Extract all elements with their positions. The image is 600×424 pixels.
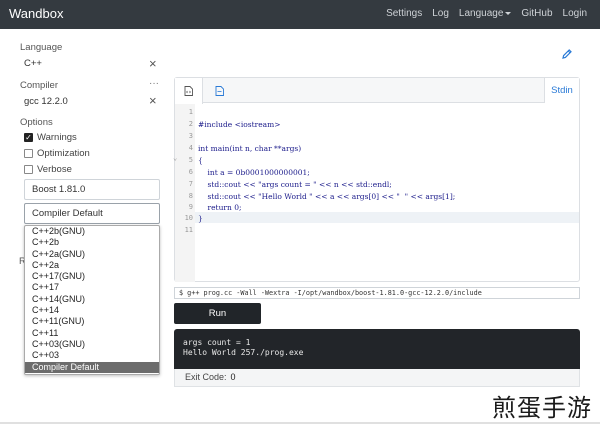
output-panel: args count = 1 Hello World 257./prog.exe [174,329,580,369]
edit-pencil-icon[interactable] [561,48,573,60]
nav-login[interactable]: Login [563,8,587,19]
nav-links: Settings Log Language GitHub Login [376,8,587,19]
code-line-9[interactable]: return 0; [198,203,242,212]
exit-code-value: 0 [230,372,236,382]
nav-settings[interactable]: Settings [386,8,422,19]
editor-panel: Stdin 1 2 3 4 5 6 7 8 9 10 11 #include <… [173,77,580,282]
std-select[interactable]: Compiler Default [24,203,160,224]
file-add-icon [215,85,224,96]
code-line-2[interactable]: #include <iostream> [198,120,281,129]
line-number: 8 [188,192,193,200]
watermark-text: 煎蛋手游 [492,394,592,422]
code-line-4[interactable]: int main(int n, char **args) [198,144,301,153]
std-option[interactable]: C++2a(GNU) [25,249,159,260]
compiler-label: Compiler [20,80,59,91]
tab-stdin[interactable]: Stdin [544,78,579,103]
line-number: 3 [188,132,193,140]
nav-language-label: Language [458,8,504,19]
std-option[interactable]: C++11 [25,328,159,339]
line-number: 10 [184,214,193,222]
file-code-icon [184,86,193,96]
std-option[interactable]: C++17 [25,282,159,293]
editor-tabbar: Stdin [175,78,579,104]
current-line-highlight [195,212,579,223]
caret-down-icon [505,12,512,15]
code-line-7[interactable]: std::cout << "args count = " << n << std… [198,180,392,189]
options-label: Options [20,117,53,128]
std-dropdown-list[interactable]: C++2b(GNU) C++2b C++2a(GNU) C++2a C++17(… [24,225,160,375]
run-button[interactable]: Run [174,303,261,324]
more-options-icon[interactable]: ··· [149,78,159,89]
option-optimization[interactable]: Optimization [24,148,90,159]
checkbox-checked-icon[interactable]: ✓ [24,133,33,142]
exit-code-bar: Exit Code: 0 [174,369,580,387]
std-option[interactable]: C++2b(GNU) [25,226,159,237]
line-number: 6 [188,168,193,176]
std-option[interactable]: C++11(GNU) [25,316,159,327]
option-warnings-label: Warnings [37,132,77,143]
code-line-10[interactable]: } [198,214,203,223]
std-option[interactable]: C++2b [25,237,159,248]
line-number: 1 [188,108,193,116]
line-number: 11 [184,226,193,234]
option-verbose[interactable]: Verbose [24,164,72,175]
tab-source-file[interactable] [175,78,203,104]
checkbox-icon[interactable] [24,165,33,174]
std-option-selected[interactable]: Compiler Default [25,361,159,373]
boost-select[interactable]: Boost 1.81.0 [24,179,160,200]
exit-code-label: Exit Code: [185,372,227,382]
std-option[interactable]: C++17(GNU) [25,271,159,282]
compile-command: $ g++ prog.cc -Wall -Wextra -I/opt/wandb… [174,287,580,299]
std-option[interactable]: C++03 [25,350,159,361]
line-gutter: 1 2 3 4 5 6 7 8 9 10 11 [173,104,195,282]
line-number: 5 [173,154,193,164]
clear-language-icon[interactable]: × [149,57,157,70]
option-verbose-label: Verbose [37,164,72,175]
code-line-6[interactable]: int a = 0b0001000000001; [198,168,310,177]
tab-new-file[interactable] [205,78,233,103]
language-value[interactable]: C++ [24,58,42,69]
std-option[interactable]: C++2a [25,260,159,271]
output-line: Hello World 257./prog.exe [183,348,304,357]
line-number: 7 [188,180,193,188]
code-line-8[interactable]: std::cout << "Hello World " << a << args… [198,192,456,201]
navbar: Wandbox Settings Log Language GitHub Log… [0,0,600,29]
nav-language-dropdown[interactable]: Language [459,8,512,19]
std-option[interactable]: C++03(GNU) [25,339,159,350]
nav-log[interactable]: Log [432,8,449,19]
compiler-value[interactable]: gcc 12.2.0 [24,96,68,107]
code-line-5[interactable]: { [198,156,203,165]
clear-compiler-icon[interactable]: × [149,94,157,107]
language-label: Language [20,42,63,53]
brand-logo[interactable]: Wandbox [9,6,63,21]
option-optimization-label: Optimization [37,148,90,159]
std-option[interactable]: C++14 [25,305,159,316]
output-line: args count = 1 [183,338,251,347]
std-option[interactable]: C++14(GNU) [25,294,159,305]
option-warnings[interactable]: ✓ Warnings [24,132,77,143]
line-number: 4 [188,144,193,152]
nav-github[interactable]: GitHub [521,8,552,19]
checkbox-icon[interactable] [24,149,33,158]
line-number: 9 [188,203,193,211]
line-number: 2 [188,120,193,128]
